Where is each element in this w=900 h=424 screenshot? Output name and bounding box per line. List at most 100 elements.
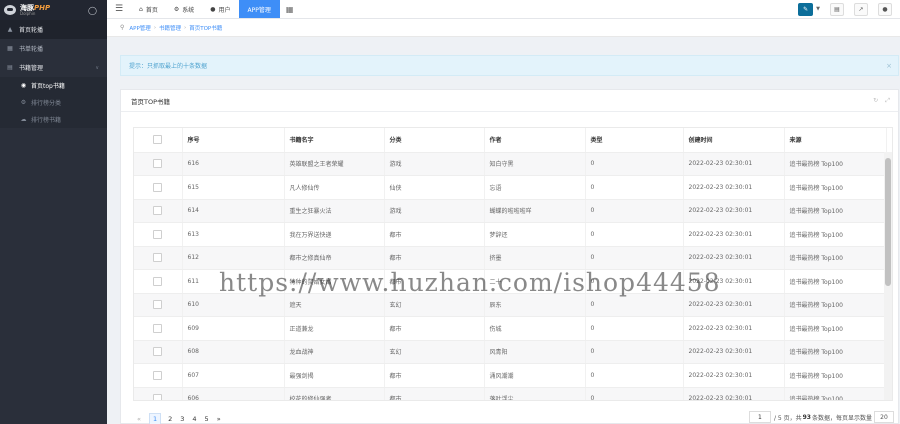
column-header[interactable]: 创建时间 xyxy=(683,128,785,153)
table-cell: 最强剑揭 xyxy=(284,363,385,388)
row-select-cell xyxy=(134,340,183,364)
sidebar-item-book-management[interactable]: ▤ 书籍管理 ∨ xyxy=(0,58,107,77)
printer-icon: ▤ xyxy=(7,64,13,71)
table-cell: 都市 xyxy=(384,222,485,247)
sidebar-subitem-rank-categories[interactable]: ⚙ 排行榜分类 xyxy=(0,94,107,111)
table-cell: 0 xyxy=(585,316,684,341)
column-header[interactable]: 分类 xyxy=(384,128,485,153)
table-row[interactable]: 607 最强剑揭 都市 涌风潮潮 0 2022-02-23 02:30:01 追书最热榜 T… xyxy=(134,363,887,388)
table-row[interactable]: 616 英雄联盟之王者荣耀 游戏 知白守黑 0 2022-02-23 02:30:01 追书… xyxy=(134,152,887,176)
table-row[interactable]: 612 都市之修真仙帝 都市 挤墨 0 2022-02-23 02:30:01 追书最热榜 … xyxy=(134,246,887,270)
table-row[interactable]: 606 校花的修仙强者 都市 落叶浮尘 0 2022-02-23 02:30:01 追书最热… xyxy=(134,387,887,400)
row-checkbox[interactable] xyxy=(153,347,162,357)
table-cell: 追书最热榜 Top100 xyxy=(784,199,887,223)
table-row[interactable]: 615 凡人修仙传 仙侠 忘语 0 2022-02-23 02:30:01 追书最热榜 To… xyxy=(134,175,887,200)
table-row[interactable]: 614 重生之狂暴火法 游戏 蝴蝶的啦啦啦咩 0 2022-02-23 02:30:01 追… xyxy=(134,199,887,223)
topnav-user[interactable]: ● 用户 xyxy=(202,0,238,18)
page-size-input[interactable]: 20 xyxy=(874,411,894,423)
page-button[interactable]: 1 xyxy=(148,413,162,424)
column-header[interactable]: 类型 xyxy=(585,128,684,153)
sidebar-item-booklist-carousel[interactable]: ▦ 书单轮播 xyxy=(0,39,107,58)
table-cell: 2022-02-23 02:30:01 xyxy=(683,387,785,400)
top-navbar: ☰ ⌂ 首页 ⚙ 系统 ● 用户 APP管理 ▦ ✎ ▼ ▤ ↗ ● xyxy=(107,0,900,19)
sidebar-item-home-carousel[interactable]: ▲ 首页轮播 xyxy=(0,20,107,39)
row-checkbox[interactable] xyxy=(153,394,162,400)
column-header[interactable]: 序号 xyxy=(182,128,285,153)
table-cell: 追书最热榜 Top100 xyxy=(784,363,887,388)
breadcrumb-item[interactable]: APP管理 xyxy=(129,24,150,32)
column-header[interactable]: 作者 xyxy=(484,128,586,153)
table-cell: 0 xyxy=(585,152,684,176)
page-button[interactable]: 5 xyxy=(205,415,209,423)
refresh-icon[interactable]: ↻ xyxy=(873,97,878,105)
prev-page-button[interactable]: « xyxy=(137,415,141,423)
table-cell: 追书最热榜 Top100 xyxy=(784,222,887,247)
select-all-checkbox[interactable] xyxy=(153,135,162,145)
sidebar-subitem-home-top-books[interactable]: ◉ 首页top书籍 xyxy=(0,77,107,94)
next-page-button[interactable]: » xyxy=(217,415,221,423)
row-select-cell xyxy=(134,269,183,294)
table-cell: 正道兼龙 xyxy=(284,316,385,341)
table-header-row: 序号 书籍名字 分类 作者 类型 创建时间 来源 xyxy=(134,128,887,153)
dolphin-logo-icon xyxy=(4,5,16,15)
table-cell: 都市之修真仙帝 xyxy=(284,246,385,270)
row-checkbox[interactable] xyxy=(153,300,162,310)
page-button[interactable]: 3 xyxy=(180,415,184,423)
table-cell: 游戏 xyxy=(384,152,485,176)
table-cell: 都市 xyxy=(384,363,485,388)
table-cell: 追书最热榜 Top100 xyxy=(784,152,887,176)
page-button[interactable]: 4 xyxy=(192,415,196,423)
page-number-input[interactable]: 1 xyxy=(748,411,771,423)
table-cell: 都市 xyxy=(384,246,485,270)
sidebar-item-label: 书单轮播 xyxy=(19,46,44,53)
row-checkbox[interactable] xyxy=(153,182,162,192)
logo[interactable]: 海豚PHP Dolphin ◯ xyxy=(0,0,107,20)
row-checkbox[interactable] xyxy=(153,229,162,239)
home-icon: ⌂ xyxy=(139,5,143,13)
column-header[interactable]: 来源 xyxy=(784,128,887,153)
scrollbar-thumb[interactable] xyxy=(885,158,891,286)
user-avatar-icon[interactable]: ● xyxy=(878,2,892,16)
table-cell: 追书最热榜 Top100 xyxy=(784,175,887,200)
trash-icon[interactable]: ▤ xyxy=(830,2,844,16)
fullscreen-icon[interactable]: ⤢ xyxy=(885,97,890,105)
table-row[interactable]: 609 正道兼龙 都市 伤城 0 2022-02-23 02:30:01 追书最热榜 Top… xyxy=(134,316,887,341)
row-checkbox[interactable] xyxy=(153,276,162,286)
table-cell: 0 xyxy=(585,222,684,247)
vertical-scrollbar[interactable] xyxy=(884,152,892,400)
topnav-home[interactable]: ⌂ 首页 xyxy=(131,0,166,18)
row-select-cell xyxy=(134,199,183,223)
menu-toggle-icon[interactable]: ☰ xyxy=(107,0,131,18)
pagination: « 1 2 3 4 5 » xyxy=(137,413,229,424)
logo-text: 海豚PHP Dolphin xyxy=(20,4,50,16)
brush-icon[interactable]: ✎ xyxy=(798,2,814,16)
apps-grid-icon[interactable]: ▦ xyxy=(280,0,300,18)
table-cell: 涌风潮潮 xyxy=(484,363,586,388)
row-checkbox[interactable] xyxy=(153,206,162,216)
table-row[interactable]: 613 我在万界送快递 都市 梦辞还 0 2022-02-23 02:30:01 追书最热榜… xyxy=(134,222,887,247)
caret-down-icon[interactable]: ▼ xyxy=(816,6,820,12)
row-checkbox[interactable] xyxy=(153,370,162,380)
row-checkbox[interactable] xyxy=(153,253,162,263)
column-header[interactable]: 书籍名字 xyxy=(284,128,385,153)
row-checkbox[interactable] xyxy=(153,323,162,333)
table-row[interactable]: 608 龙血战神 玄幻 风青阳 0 2022-02-23 02:30:01 追书最热榜 To… xyxy=(134,340,887,364)
watermark-text: https://www.huzhan.com/ishop44458 xyxy=(219,268,721,297)
target-icon: ◉ xyxy=(20,82,27,89)
water-drop-icon[interactable]: ◯ xyxy=(88,6,97,15)
topnav-app-management[interactable]: APP管理 xyxy=(238,0,280,18)
close-icon[interactable]: × xyxy=(886,62,892,70)
sidebar-subitem-label: 排行榜书籍 xyxy=(31,117,62,124)
topnav-system[interactable]: ⚙ 系统 xyxy=(166,0,202,18)
external-link-icon[interactable]: ↗ xyxy=(854,2,868,16)
table-cell: 都市 xyxy=(384,316,485,341)
breadcrumb-separator-icon: › xyxy=(184,24,187,31)
row-select-cell xyxy=(134,316,183,341)
breadcrumb-item[interactable]: 书籍管理 xyxy=(159,24,181,32)
table-cell: 都市 xyxy=(384,387,485,400)
table-cell: 0 xyxy=(585,363,684,388)
sidebar-subitem-rank-books[interactable]: ☁ 排行榜书籍 xyxy=(0,111,107,128)
page-button[interactable]: 2 xyxy=(168,415,172,423)
breadcrumb-item[interactable]: 首页TOP书籍 xyxy=(189,24,222,32)
row-checkbox[interactable] xyxy=(153,159,162,169)
